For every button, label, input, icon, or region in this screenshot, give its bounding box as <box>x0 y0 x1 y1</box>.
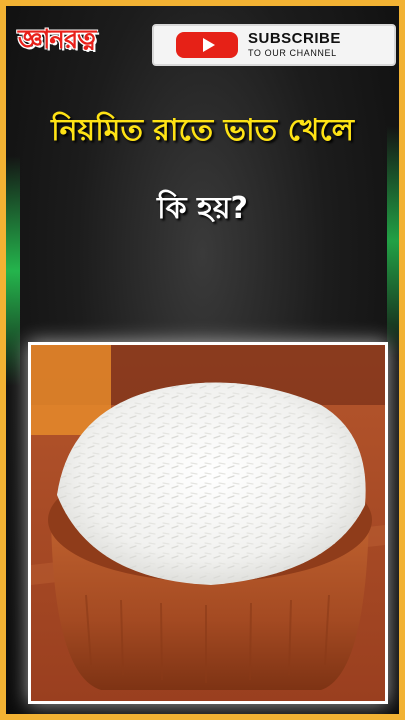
decorative-glow-right <box>387 126 399 356</box>
subscribe-label: SUBSCRIBE <box>248 30 341 47</box>
rice-bowl-image <box>28 342 388 704</box>
rice-bowl-illustration <box>31 345 385 701</box>
headline-line-2: কি হয়? <box>157 191 248 226</box>
headline-line-1: নিয়মিত রাতে ভাত খেলে <box>51 113 354 148</box>
youtube-icon <box>176 32 238 58</box>
subscribe-button[interactable]: SUBSCRIBE TO OUR CHANNEL <box>152 24 396 66</box>
channel-logo: জ্ঞানরত্ন <box>18 25 96 55</box>
video-frame: জ্ঞানরত্ন SUBSCRIBE TO OUR CHANNEL নিয়ম… <box>0 0 405 720</box>
subscribe-sublabel: TO OUR CHANNEL <box>248 48 337 58</box>
